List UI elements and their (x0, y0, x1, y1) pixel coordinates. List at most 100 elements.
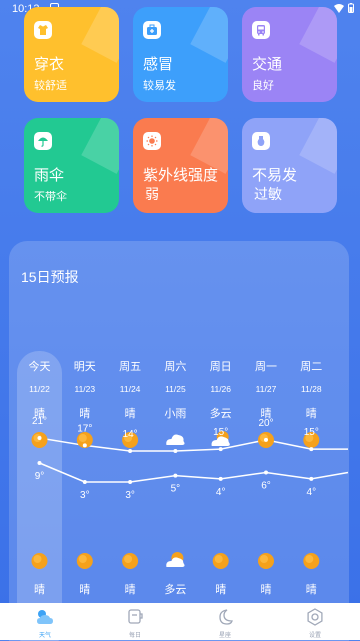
low-temp-point (264, 470, 268, 475)
low-temp-label: 9° (35, 471, 45, 482)
tile-uv[interactable]: 紫外线强度 弱 (133, 118, 228, 213)
high-temp-label: 14° (123, 429, 138, 440)
nav-horoscope[interactable]: 星座 (180, 603, 270, 640)
day-weather: 晴 (125, 407, 136, 420)
sun-icon (143, 132, 161, 150)
night-weather: 晴 (125, 583, 136, 596)
day-weather-icon (166, 434, 185, 445)
tile-title: 穿衣 (34, 56, 65, 73)
night-weather: 晴 (215, 583, 226, 596)
forecast-chart: 今天11/22晴晴明天11/23晴晴周五11/24晴晴周六11/25小雨多云周日… (29, 359, 349, 596)
night-weather-icon (303, 553, 320, 569)
low-temp-point (128, 480, 133, 484)
nav-label: 天气 (38, 633, 51, 639)
night-weather: 晴 (306, 583, 317, 596)
day-date: 11/28 (301, 384, 322, 394)
low-temp-label: 5° (171, 484, 181, 495)
low-temp-point (173, 473, 178, 478)
nav-label: 星座 (218, 633, 231, 639)
high-temp-point (218, 447, 223, 452)
low-temp-point (218, 476, 223, 481)
night-weather: 多云 (164, 582, 186, 596)
tile-title: 交通 (252, 56, 283, 73)
night-weather: 晴 (261, 583, 272, 596)
tile-title: 紫外线强度 (143, 167, 219, 184)
tile-clothing[interactable]: 穿衣 较舒适 (24, 7, 119, 102)
umbrella-icon (34, 132, 52, 150)
status-icons (334, 3, 354, 13)
low-temp-label: 3° (80, 490, 90, 501)
tile-sub: 弱 (145, 186, 159, 202)
tile-allergy[interactable]: 不易发 过敏 (242, 118, 337, 213)
day-date: 11/22 (29, 384, 50, 394)
day-name: 明天 (74, 360, 96, 373)
tile-sub: 良好 (252, 80, 274, 92)
moon-icon (219, 609, 233, 625)
low-temp-label: 3° (125, 490, 135, 501)
low-temp-point (37, 461, 42, 465)
low-temp-label: 4° (216, 487, 226, 498)
shirt-icon (34, 21, 52, 39)
tile-sub: 较易发 (143, 80, 176, 92)
day-name: 周五 (119, 360, 141, 373)
night-weather-icon (31, 553, 48, 569)
day-weather: 晴 (79, 407, 90, 420)
day-weather: 小雨 (164, 407, 186, 420)
settings-icon (307, 608, 323, 626)
night-weather-icon (258, 553, 274, 569)
tile-sub: 过敏 (254, 186, 282, 202)
high-temp-point (37, 436, 42, 440)
day-date: 11/27 (256, 384, 277, 394)
day-date: 11/23 (74, 384, 95, 394)
high-temp-label: 21° (32, 416, 47, 427)
high-temp-label: 15° (304, 427, 319, 438)
nav-daily[interactable]: 每日 (90, 603, 180, 640)
night-weather-icon (122, 553, 139, 569)
low-temp-point (82, 480, 87, 484)
allergy-icon (252, 132, 270, 150)
high-temp-label: 20° (258, 418, 273, 429)
high-temp-point (309, 447, 314, 452)
day-date: 11/25 (165, 384, 186, 394)
high-temp-point (173, 449, 178, 453)
tile-cold[interactable]: 感冒 较易发 (133, 7, 228, 102)
bottom-nav: 天气 每日 星座 设置 (0, 603, 360, 640)
battery-icon (348, 3, 354, 13)
low-temp-label: 6° (261, 481, 271, 492)
day-name: 周日 (210, 360, 232, 373)
low-temp-line (39, 462, 349, 483)
low-temp-point (309, 476, 314, 481)
high-temp-label: 17° (77, 423, 92, 434)
tile-title: 感冒 (143, 56, 174, 73)
tile-traffic[interactable]: 交通 良好 (242, 7, 337, 102)
night-weather: 晴 (34, 583, 45, 596)
high-temp-label: 15° (213, 427, 228, 438)
nav-label: 每日 (128, 633, 141, 639)
high-temp-point (128, 449, 133, 453)
cup-icon (128, 609, 143, 624)
low-temp-label: 4° (307, 487, 317, 498)
night-weather: 晴 (79, 583, 90, 596)
nav-weather[interactable]: 天气 (0, 603, 90, 640)
tile-sub: 较舒适 (34, 80, 67, 92)
bus-icon (252, 21, 270, 39)
night-weather-icon (166, 552, 185, 567)
tile-title: 不易发 (252, 167, 298, 184)
day-date: 11/24 (120, 384, 141, 394)
tile-sub: 不带伞 (34, 191, 67, 203)
day-weather: 晴 (306, 407, 317, 420)
tile-umbrella[interactable]: 雨伞 不带伞 (24, 118, 119, 213)
tile-title: 雨伞 (34, 167, 65, 184)
nav-settings[interactable]: 设置 (270, 603, 360, 640)
nav-label: 设置 (308, 633, 321, 639)
day-weather: 多云 (210, 406, 232, 420)
weather-icon (37, 610, 53, 624)
medkit-icon (143, 21, 161, 39)
day-name: 周六 (164, 360, 186, 373)
day-name: 周二 (300, 360, 322, 373)
day-name: 今天 (29, 359, 51, 373)
high-temp-point (82, 443, 87, 448)
day-name: 周一 (255, 360, 277, 373)
forecast-card: 15日预报 今天 11/22 晴晴明天 11/23 晴晴周五 11/24 晴晴周六 11/25… (9, 241, 349, 641)
night-weather-icon (212, 553, 229, 569)
